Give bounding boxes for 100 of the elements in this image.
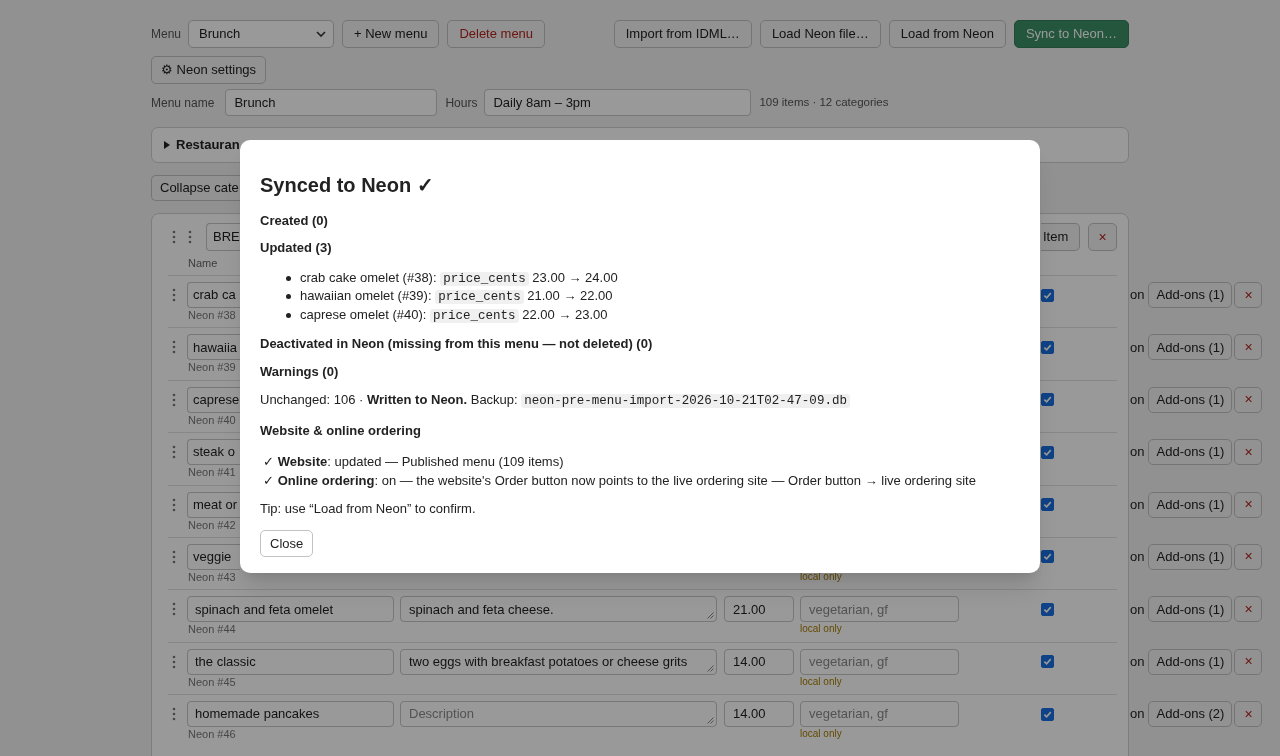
status-line: ✓ Online ordering: on — the website's Order button now points to the live ordering site — Order button → live ordering site bbox=[262, 472, 977, 490]
status-text: on bbox=[1130, 286, 1145, 305]
addons-button[interactable]: Add-ons (2) bbox=[1148, 701, 1233, 728]
vertical-dots-icon[interactable] bbox=[172, 230, 176, 244]
addons-button[interactable]: Add-ons (1) bbox=[1148, 491, 1233, 518]
remove-button[interactable]: × bbox=[1234, 386, 1263, 413]
resize-grip-icon[interactable] bbox=[707, 612, 714, 620]
addons-button[interactable]: Add-ons (1) bbox=[1148, 282, 1233, 308]
sync-summary: Unchanged: 106 · Written to Neon. Backup: neon-pre-menu-import-2026-10-21T02-47-09.db bbox=[260, 391, 1020, 410]
description-field[interactable]: two eggs with breakfast potatoes or cheese grits bbox=[400, 648, 717, 675]
vertical-dots-icon[interactable] bbox=[172, 549, 176, 564]
hours-field[interactable]: Daily 8am – 3pm bbox=[484, 89, 752, 116]
update-entry: hawaiian omelet (#39): price_cents 21.00 → 22.00 bbox=[300, 287, 613, 307]
resize-grip-icon[interactable] bbox=[707, 664, 714, 672]
active-checkbox[interactable] bbox=[1041, 498, 1054, 512]
add-item-button[interactable]: Item bbox=[1041, 223, 1080, 251]
price-field[interactable]: 14.00 bbox=[724, 648, 794, 675]
update-entry: crab cake omelet (#38): price_cents 23.00 → 24.00 bbox=[300, 268, 618, 288]
active-checkbox[interactable] bbox=[1041, 707, 1054, 721]
section-heading: Updated (3) bbox=[260, 239, 333, 257]
menu-summary: 109 items · 12 categories bbox=[759, 94, 889, 110]
active-checkbox[interactable] bbox=[1041, 602, 1054, 616]
neon-id-label: Neon #41 bbox=[188, 466, 236, 479]
local-only-label: local only bbox=[800, 675, 842, 688]
addons-button[interactable]: Add-ons (1) bbox=[1148, 596, 1233, 623]
toolbar-button[interactable]: + New menu bbox=[342, 20, 440, 48]
settings-button[interactable]: ⚙ Neon settings bbox=[151, 56, 267, 84]
active-checkbox[interactable] bbox=[1041, 445, 1054, 459]
section-heading: Deactivated in Neon (missing from this menu — not deleted) (0) bbox=[260, 335, 654, 353]
bullet-icon bbox=[286, 275, 291, 281]
addons-button[interactable]: Add-ons (1) bbox=[1148, 334, 1233, 361]
remove-button[interactable]: × bbox=[1234, 596, 1263, 623]
remove-button[interactable]: × bbox=[1234, 701, 1263, 728]
vertical-dots-icon[interactable] bbox=[172, 288, 176, 302]
vertical-dots-icon[interactable] bbox=[188, 230, 192, 244]
name-field[interactable]: hawaiia bbox=[187, 334, 240, 361]
active-checkbox[interactable] bbox=[1041, 655, 1054, 669]
active-checkbox[interactable] bbox=[1041, 550, 1054, 564]
vertical-dots-icon[interactable] bbox=[172, 602, 176, 617]
neon-id-label: Neon #45 bbox=[188, 675, 236, 688]
status-text: on bbox=[1130, 705, 1145, 724]
toolbar-button[interactable]: Sync to Neon… bbox=[1013, 20, 1129, 48]
name-field[interactable]: spinach and feta omelet bbox=[187, 596, 394, 623]
disclosure-triangle-icon[interactable] bbox=[163, 141, 171, 149]
price-field[interactable]: 14.00 bbox=[724, 701, 794, 728]
local-only-label: local only bbox=[800, 728, 842, 741]
section-heading: Created (0) bbox=[260, 212, 329, 230]
toolbar-button[interactable]: Delete menu bbox=[447, 20, 546, 48]
dialog-title: Synced to Neon ✓ bbox=[260, 173, 435, 197]
toolbar-button[interactable]: Load from Neon bbox=[888, 20, 1006, 48]
active-checkbox[interactable] bbox=[1041, 288, 1054, 302]
active-checkbox[interactable] bbox=[1041, 340, 1054, 354]
price-field[interactable]: 21.00 bbox=[724, 596, 794, 623]
remove-button[interactable]: × bbox=[1234, 648, 1263, 675]
neon-id-label: Neon #38 bbox=[188, 309, 236, 321]
vertical-dots-icon[interactable] bbox=[172, 392, 176, 407]
bullet-icon bbox=[286, 294, 291, 300]
toolbar-button[interactable]: Load Neon file… bbox=[759, 20, 881, 48]
section-title[interactable]: Restauran bbox=[176, 135, 240, 155]
name-field[interactable]: homemade pancakes bbox=[187, 701, 394, 728]
remove-button[interactable]: × bbox=[1234, 439, 1263, 466]
remove-button[interactable]: × bbox=[1234, 543, 1263, 570]
addons-button[interactable]: Add-ons (1) bbox=[1148, 543, 1233, 570]
name-field[interactable]: veggie bbox=[187, 543, 240, 570]
description-field[interactable]: spinach and feta cheese. bbox=[400, 596, 717, 623]
name-field[interactable]: crab ca bbox=[187, 282, 240, 308]
addons-button[interactable]: Add-ons (1) bbox=[1148, 648, 1233, 675]
addons-button[interactable]: Add-ons (1) bbox=[1148, 439, 1233, 466]
vertical-dots-icon[interactable] bbox=[172, 654, 176, 669]
toolbar-button[interactable]: Import from IDML… bbox=[613, 20, 752, 48]
addons-button[interactable]: Add-ons (1) bbox=[1148, 386, 1233, 413]
section-heading: Warnings (0) bbox=[260, 363, 340, 381]
active-checkbox[interactable] bbox=[1041, 393, 1054, 407]
name-field[interactable]: the classic bbox=[187, 648, 394, 675]
name-field[interactable]: caprese bbox=[187, 386, 240, 413]
vertical-dots-icon[interactable] bbox=[172, 707, 176, 722]
category-name-field[interactable]: BRE bbox=[206, 223, 240, 251]
menu-label: Menu bbox=[151, 26, 182, 43]
remove-button[interactable]: × bbox=[1088, 223, 1117, 251]
vertical-dots-icon[interactable] bbox=[172, 497, 176, 512]
remove-button[interactable]: × bbox=[1234, 334, 1263, 361]
update-entry: caprese omelet (#40): price_cents 22.00 → 23.00 bbox=[300, 305, 608, 325]
hours-label: Hours bbox=[445, 94, 478, 112]
vertical-dots-icon[interactable] bbox=[172, 340, 176, 355]
collapse-button[interactable]: Collapse cate bbox=[151, 175, 240, 201]
name-field[interactable]: meat or bbox=[187, 491, 240, 518]
resize-grip-icon[interactable] bbox=[707, 717, 714, 725]
neon-id-label: Neon #44 bbox=[188, 623, 236, 636]
remove-button[interactable]: × bbox=[1234, 491, 1263, 518]
section-heading: Website & online ordering bbox=[260, 422, 422, 440]
remove-button[interactable]: × bbox=[1234, 282, 1263, 308]
column-label: Name bbox=[188, 257, 218, 269]
name-field[interactable]: steak o bbox=[187, 439, 240, 466]
neon-id-label: Neon #40 bbox=[188, 413, 236, 426]
close-button[interactable]: Close bbox=[260, 530, 314, 557]
menu-name-label: Menu name bbox=[151, 94, 215, 112]
status-text: on bbox=[1130, 391, 1145, 410]
vertical-dots-icon[interactable] bbox=[172, 445, 176, 460]
menu-name-field[interactable]: Brunch bbox=[225, 89, 438, 116]
menu-select[interactable]: Brunch bbox=[188, 20, 335, 48]
